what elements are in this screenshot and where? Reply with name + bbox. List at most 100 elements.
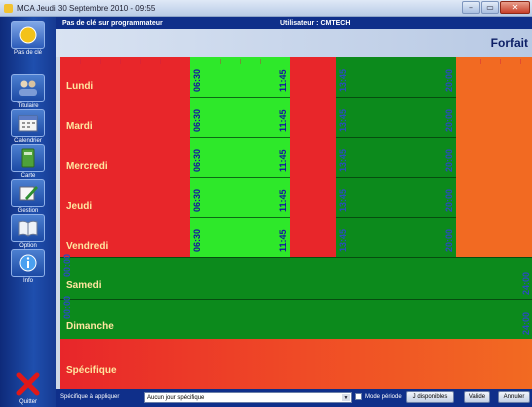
header-user: Utilisateur : CMTECH (280, 19, 351, 27)
minimize-button[interactable]: – (462, 1, 480, 14)
slot-start-time[interactable]: 06:30 (192, 69, 202, 92)
row-divider (336, 97, 456, 98)
book-icon (11, 214, 45, 242)
hour-tick: | (260, 59, 262, 65)
day-label-vendredi: Vendredi (66, 241, 109, 252)
sidebar-item-pas-de-cle[interactable]: Pas de clé (5, 21, 51, 56)
slot-end-time[interactable]: 24:00 (521, 312, 531, 335)
slot-end-time[interactable]: 11:45 (278, 69, 288, 92)
hour-tick: | (120, 59, 122, 65)
bottom-toolbar: Spécifique à appliquer Aucun jour spécif… (56, 389, 532, 407)
hour-tick: | (500, 59, 502, 65)
day-label-dimanche: Dimanche (66, 321, 114, 332)
hour-tick: | (480, 59, 482, 65)
key-icon (11, 21, 45, 49)
row-divider (336, 177, 456, 178)
cancel-button[interactable]: Annuler (498, 391, 530, 403)
cancel-button-label: Annuler (503, 394, 525, 400)
hour-tick: | (160, 59, 162, 65)
sidebar: Pas de clé Titulaire Calendrier Carte Ge… (0, 17, 56, 407)
window-controls: – ▭ ✕ (461, 1, 530, 14)
sidebar-item-quitter[interactable]: Quitter (5, 370, 51, 405)
specific-day-label: Spécifique à appliquer (60, 394, 120, 400)
day-label-lundi: Lundi (66, 81, 94, 92)
weekday-off-evening[interactable] (456, 57, 532, 257)
row-divider (190, 137, 290, 138)
maximize-button[interactable]: ▭ (481, 1, 499, 14)
sidebar-item-gestion[interactable]: Gestion (5, 179, 51, 214)
weekday-off-midday[interactable] (290, 57, 336, 257)
slot-start-time[interactable]: 13:45 (338, 149, 348, 172)
row-divider (336, 217, 456, 218)
validate-button[interactable]: Valide (464, 391, 490, 403)
day-row-specifique[interactable] (60, 339, 532, 389)
slot-start-time[interactable]: 13:45 (338, 189, 348, 212)
sidebar-item-label: Quitter (18, 399, 37, 405)
row-divider (190, 217, 290, 218)
info-icon (11, 249, 45, 277)
weekday-slot-afternoon[interactable] (336, 57, 456, 257)
people-icon (11, 74, 45, 102)
sidebar-item-label: Pas de clé (13, 50, 43, 56)
row-divider (190, 177, 290, 178)
sidebar-item-titulaire[interactable]: Titulaire (5, 74, 51, 109)
sidebar-item-info[interactable]: Info (5, 249, 51, 284)
hour-tick: | (80, 59, 82, 65)
weekday-slot-morning[interactable] (190, 57, 290, 257)
calendar-icon (11, 109, 45, 137)
hour-tick: | (240, 59, 242, 65)
slot-end-time[interactable]: 24:00 (521, 272, 531, 295)
slot-start-time[interactable]: 00:00 (62, 254, 72, 277)
slot-end-time[interactable]: 11:45 (278, 189, 288, 212)
hour-tick: | (220, 59, 222, 65)
slot-start-time[interactable]: 13:45 (338, 69, 348, 92)
slot-end-time[interactable]: 11:45 (278, 229, 288, 252)
slot-end-time[interactable]: 20:00 (444, 189, 454, 212)
header-context: Pas de clé sur programmateur (62, 19, 163, 27)
sidebar-item-calendrier[interactable]: Calendrier (5, 109, 51, 144)
window-title: MCA Jeudi 30 Septembre 2010 - 09:55 (17, 3, 156, 13)
day-label-jeudi: Jeudi (66, 201, 93, 212)
day-label-specifique: Spécifique (66, 365, 117, 376)
sidebar-item-option[interactable]: Option (5, 214, 51, 249)
slot-end-time[interactable]: 20:00 (444, 109, 454, 132)
hour-tick: | (520, 59, 522, 65)
slot-start-time[interactable]: 06:30 (192, 189, 202, 212)
slot-start-time[interactable]: 00:00 (62, 296, 72, 319)
period-mode-label: Mode période (365, 394, 402, 400)
slot-end-time[interactable]: 20:00 (444, 229, 454, 252)
schedule-grid: | | | | | | | | | | | Lundi Mardi Mercre… (60, 57, 532, 397)
specific-day-select[interactable]: Aucun jour spécifique ▼ (144, 392, 352, 403)
card-icon (11, 144, 45, 172)
slot-end-time[interactable]: 20:00 (444, 149, 454, 172)
sidebar-item-label: Info (22, 278, 33, 284)
app-icon (4, 3, 13, 13)
subheader: Forfait (56, 29, 532, 57)
slot-start-time[interactable]: 06:30 (192, 109, 202, 132)
chevron-down-icon[interactable]: ▼ (342, 394, 350, 401)
hour-tick: | (100, 59, 102, 65)
page-title: Forfait (490, 36, 528, 50)
header-bar: Pas de clé sur programmateur Utilisateur… (56, 17, 532, 29)
day-row-dimanche[interactable] (60, 299, 532, 339)
day-label-mardi: Mardi (66, 121, 93, 132)
period-mode-checkbox[interactable] (355, 393, 362, 400)
slot-end-time[interactable]: 11:45 (278, 109, 288, 132)
slot-end-time[interactable]: 11:45 (278, 149, 288, 172)
specific-day-select-value: Aucun jour spécifique (147, 394, 205, 401)
close-icon (11, 370, 45, 398)
day-label-mercredi: Mercredi (66, 161, 108, 172)
slot-start-time[interactable]: 06:30 (192, 229, 202, 252)
close-window-button[interactable]: ✕ (500, 1, 530, 14)
sidebar-item-carte[interactable]: Carte (5, 144, 51, 179)
slot-start-time[interactable]: 13:45 (338, 109, 348, 132)
row-divider (190, 97, 290, 98)
available-days-button[interactable]: J disponibles (406, 391, 454, 403)
window-titlebar: MCA Jeudi 30 Septembre 2010 - 09:55 – ▭ … (0, 0, 532, 17)
slot-start-time[interactable]: 13:45 (338, 229, 348, 252)
slot-start-time[interactable]: 06:30 (192, 149, 202, 172)
row-divider (336, 137, 456, 138)
slot-end-time[interactable]: 20:00 (444, 69, 454, 92)
day-row-samedi[interactable] (60, 257, 532, 299)
pen-icon (11, 179, 45, 207)
